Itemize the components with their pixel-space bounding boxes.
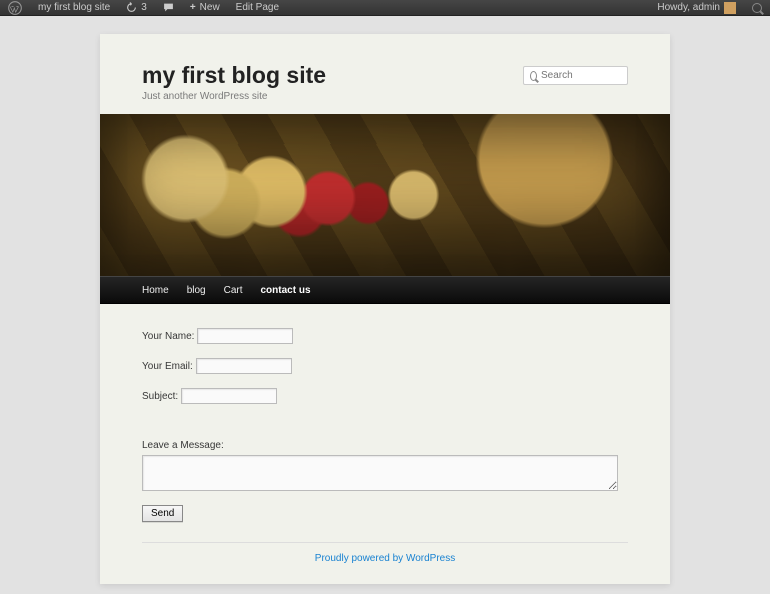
send-button[interactable]: Send [142, 505, 183, 522]
email-input[interactable] [196, 358, 292, 374]
new-label: New [200, 2, 220, 13]
name-input[interactable] [197, 328, 293, 344]
site-tagline: Just another WordPress site [142, 91, 326, 102]
page: my first blog site Just another WordPres… [100, 34, 670, 584]
search-icon [752, 3, 762, 13]
email-label: Your Email: [142, 361, 193, 372]
avatar [724, 2, 736, 14]
nav-contact-us[interactable]: contact us [261, 285, 311, 296]
nav-blog[interactable]: blog [187, 285, 206, 296]
nav-cart[interactable]: Cart [224, 285, 243, 296]
refresh-icon [126, 2, 137, 13]
search-form[interactable] [523, 66, 628, 85]
admin-edit-page[interactable]: Edit Page [228, 0, 287, 16]
admin-site-link[interactable]: my first blog site [30, 0, 118, 16]
edit-page-label: Edit Page [236, 2, 279, 13]
content-area: Your Name: Your Email: Subject: Leave a … [100, 304, 670, 532]
updates-count: 3 [141, 2, 147, 13]
admin-new[interactable]: + New [182, 0, 228, 16]
greeting-text: Howdy, admin [657, 2, 720, 13]
subject-label: Subject: [142, 391, 178, 402]
message-label: Leave a Message: [142, 440, 628, 451]
comment-icon [163, 2, 174, 13]
site-footer: Proudly powered by WordPress [142, 542, 628, 574]
plus-icon: + [190, 2, 196, 13]
admin-updates[interactable]: 3 [118, 0, 155, 16]
primary-nav: Home blog Cart contact us [100, 276, 670, 304]
wordpress-icon [8, 1, 22, 15]
admin-site-name: my first blog site [38, 2, 110, 13]
site-header: my first blog site Just another WordPres… [100, 34, 670, 114]
site-title[interactable]: my first blog site [142, 62, 326, 89]
wp-admin-bar: my first blog site 3 + New Edit Page How… [0, 0, 770, 16]
admin-comments[interactable] [155, 0, 182, 16]
admin-account[interactable]: Howdy, admin [649, 0, 744, 16]
footer-credit-link[interactable]: Proudly powered by WordPress [315, 553, 455, 564]
subject-input[interactable] [181, 388, 277, 404]
admin-search-toggle[interactable] [744, 0, 770, 16]
nav-home[interactable]: Home [142, 285, 169, 296]
search-icon [530, 71, 537, 81]
wp-logo-menu[interactable] [0, 0, 30, 16]
name-label: Your Name: [142, 331, 194, 342]
search-input[interactable] [541, 70, 621, 81]
message-textarea[interactable] [142, 455, 618, 491]
header-image [100, 114, 670, 276]
